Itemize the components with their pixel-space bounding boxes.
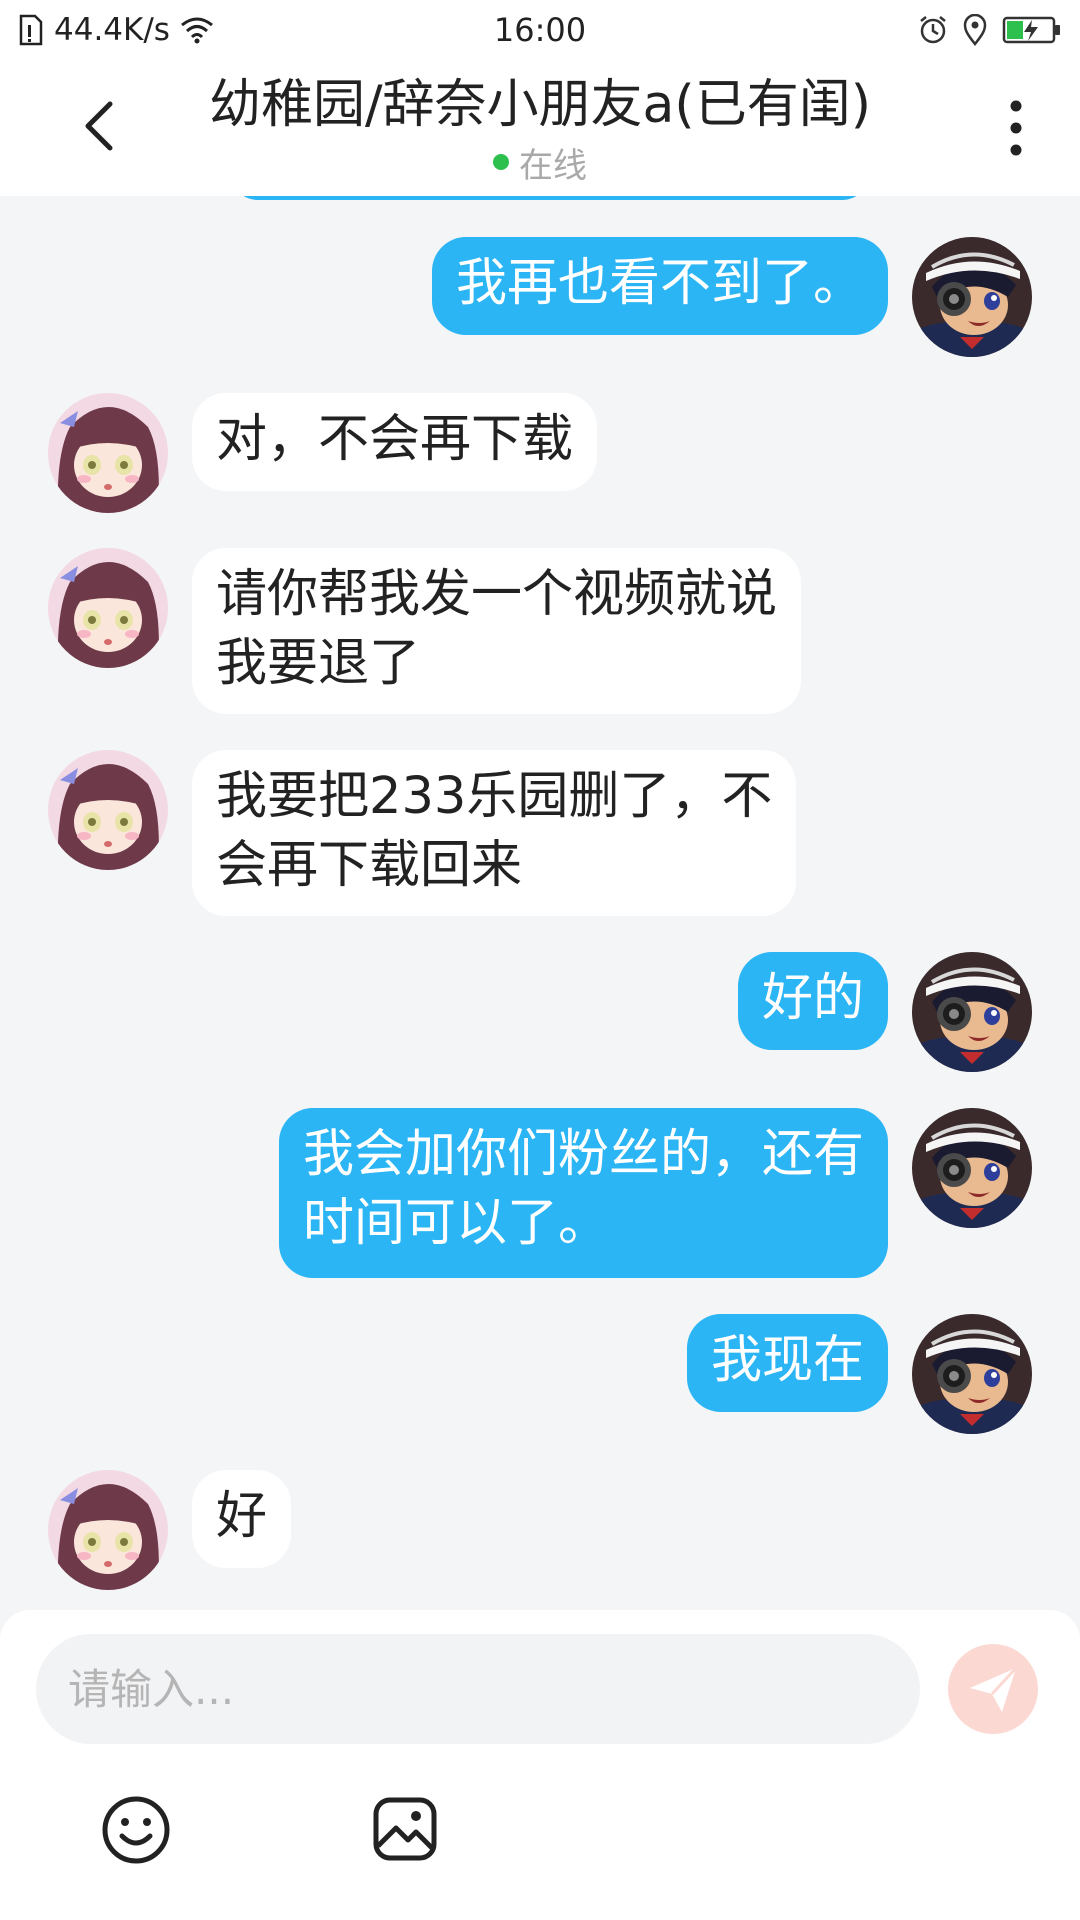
online-status-text: 在线 — [519, 145, 587, 186]
incoming-message[interactable]: 我要把233乐园删了，不 会再下载回来 — [192, 750, 797, 916]
message-text: 我要退了 — [216, 634, 421, 693]
message-text: 会再下载回来 — [216, 836, 523, 895]
message-text: 时间可以了。 — [302, 1194, 609, 1253]
image-icon — [373, 1797, 437, 1861]
previous-message-bubble — [230, 196, 870, 200]
contact-avatar[interactable] — [48, 393, 168, 513]
message-text: 请你帮我发一个视频就说 — [216, 565, 778, 624]
message-input[interactable] — [36, 1634, 920, 1744]
status-right — [918, 8, 1062, 52]
outgoing-message[interactable]: 我会加你们粉丝的，还有 时间可以了。 — [278, 1108, 888, 1278]
battery-icon — [1002, 15, 1062, 45]
contact-avatar[interactable] — [48, 548, 168, 668]
message-text: 好的 — [761, 969, 864, 1028]
avatar-image — [48, 393, 168, 513]
online-indicator — [493, 154, 509, 170]
avatar-image — [912, 952, 1032, 1072]
smiley-icon — [102, 1796, 170, 1864]
message-text: 我再也看不到了。 — [455, 254, 864, 313]
more-vertical-icon — [1010, 100, 1022, 156]
input-panel — [0, 1610, 1080, 1920]
contact-avatar[interactable] — [48, 750, 168, 870]
my-avatar[interactable] — [912, 1314, 1032, 1434]
send-icon — [970, 1666, 1018, 1712]
avatar-image — [912, 237, 1032, 357]
alarm-icon — [918, 15, 948, 45]
message-text: 我现在 — [710, 1331, 864, 1390]
outgoing-message[interactable]: 好的 — [737, 952, 888, 1050]
avatar-image — [48, 750, 168, 870]
outgoing-message[interactable]: 我现在 — [686, 1314, 888, 1412]
my-avatar[interactable] — [912, 237, 1032, 357]
avatar-image — [48, 1470, 168, 1590]
chat-message-list[interactable]: 我再也看不到了。 对，不会再下载 请你帮我发一个视频就说 我要退了 我要把233… — [0, 196, 1080, 1610]
location-icon — [962, 14, 988, 46]
chat-title: 幼稚园/辞奈小朋友a(已有闺) — [209, 75, 871, 135]
message-text: 我要把233乐园删了，不 — [216, 767, 773, 826]
image-button[interactable] — [372, 1796, 438, 1862]
message-text: 好 — [216, 1487, 268, 1546]
message-text: 我会加你们粉丝的，还有 — [302, 1125, 864, 1184]
incoming-message[interactable]: 对，不会再下载 — [192, 393, 598, 491]
chat-header: 幼稚园/辞奈小朋友a(已有闺) 在线 — [0, 60, 1080, 196]
my-avatar[interactable] — [912, 1108, 1032, 1228]
contact-avatar[interactable] — [48, 1470, 168, 1590]
incoming-message[interactable]: 请你帮我发一个视频就说 我要退了 — [192, 548, 802, 714]
status-bar: 44.4K/s 16:00 — [0, 0, 1080, 60]
online-status: 在线 — [0, 140, 1080, 186]
avatar-image — [912, 1314, 1032, 1434]
outgoing-message[interactable]: 我再也看不到了。 — [431, 237, 888, 335]
avatar-image — [912, 1108, 1032, 1228]
more-options-button[interactable] — [996, 96, 1036, 160]
my-avatar[interactable] — [912, 952, 1032, 1072]
emoji-button[interactable] — [100, 1794, 172, 1866]
message-text: 对，不会再下载 — [216, 410, 574, 469]
incoming-message[interactable]: 好 — [192, 1470, 292, 1568]
send-button[interactable] — [948, 1644, 1038, 1734]
avatar-image — [48, 548, 168, 668]
